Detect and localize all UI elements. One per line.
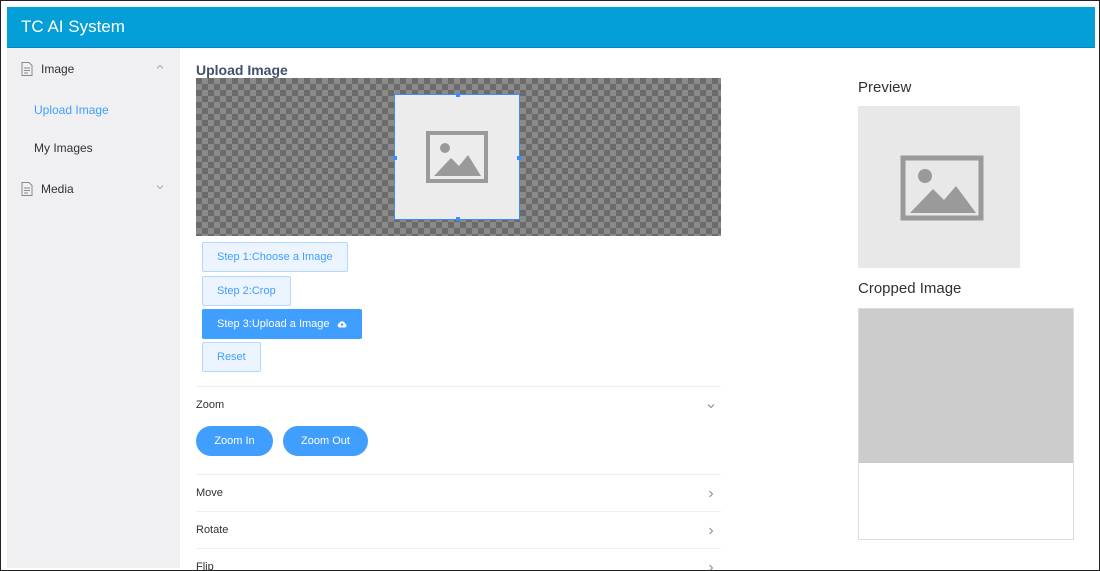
cropped-image-fill [859, 309, 1073, 463]
cropped-image [858, 308, 1074, 540]
panel-header-rotate[interactable]: Rotate [196, 524, 228, 536]
sidebar-group-media[interactable]: Media [7, 174, 180, 204]
divider [196, 474, 721, 475]
page-title: Upload Image [196, 62, 288, 78]
upload-button-label: Step 3:Upload a Image [217, 318, 330, 330]
document-icon [21, 182, 33, 196]
document-icon [21, 62, 33, 76]
image-placeholder-icon [900, 155, 984, 221]
panel-header-move[interactable]: Move [196, 487, 223, 499]
main-content: Upload Image Step 1:Choose a Image Step … [180, 48, 1095, 571]
crop-handle-right[interactable] [517, 156, 521, 160]
app-title: TC AI System [21, 17, 125, 36]
chevron-down-icon [156, 185, 164, 190]
upload-image-button[interactable]: Step 3:Upload a Image [202, 309, 362, 339]
crop-button[interactable]: Step 2:Crop [202, 276, 291, 306]
cloud-upload-icon [337, 321, 347, 328]
image-placeholder-icon [426, 131, 488, 183]
image-cropper[interactable] [196, 78, 721, 236]
sidebar: Image Upload Image My Images Media [7, 48, 180, 568]
crop-handle-left[interactable] [393, 156, 397, 160]
reset-button[interactable]: Reset [202, 342, 261, 372]
panel-header-flip[interactable]: Flip [196, 561, 214, 570]
cropped-image-title: Cropped Image [858, 280, 962, 297]
zoom-in-button[interactable]: Zoom In [196, 426, 273, 456]
zoom-out-button[interactable]: Zoom Out [283, 426, 368, 456]
chevron-right-icon[interactable] [706, 563, 716, 571]
preview-title: Preview [858, 79, 912, 96]
divider [196, 386, 721, 387]
divider [196, 511, 721, 512]
sidebar-group-label: Media [41, 182, 74, 196]
crop-selection-box[interactable] [393, 93, 521, 221]
chevron-right-icon[interactable] [706, 526, 716, 536]
app-window: TC AI System Image Upload Image My Image… [0, 0, 1100, 571]
choose-image-button[interactable]: Step 1:Choose a Image [202, 242, 348, 272]
sidebar-group-label: Image [41, 62, 75, 76]
sidebar-group-image[interactable]: Image [7, 54, 180, 84]
crop-handle-top[interactable] [456, 93, 460, 97]
crop-handle-bottom[interactable] [456, 217, 460, 221]
sidebar-item-upload-image[interactable]: Upload Image [34, 103, 109, 117]
chevron-up-icon [156, 64, 164, 69]
top-bar: TC AI System [7, 7, 1095, 48]
divider [196, 548, 721, 549]
chevron-down-icon[interactable] [706, 401, 716, 411]
sidebar-item-my-images[interactable]: My Images [34, 141, 93, 155]
preview-image [858, 106, 1020, 268]
chevron-right-icon[interactable] [706, 489, 716, 499]
panel-header-zoom[interactable]: Zoom [196, 399, 224, 411]
